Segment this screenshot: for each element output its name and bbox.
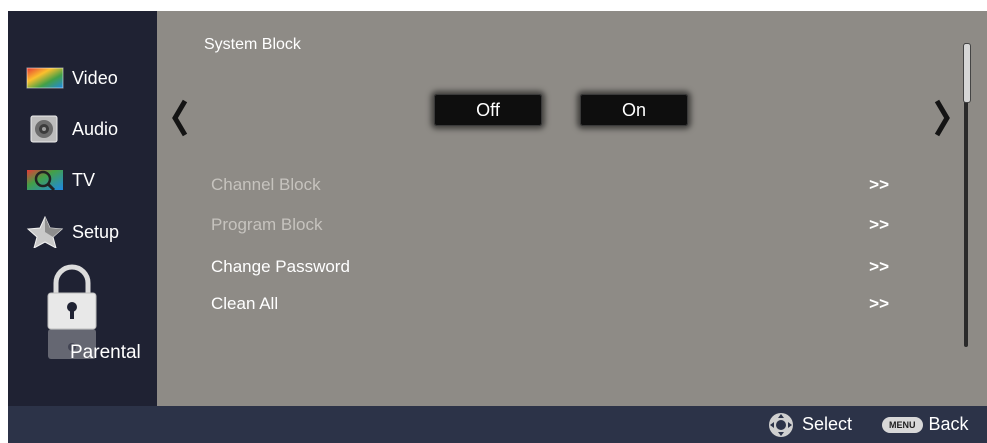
submenu-arrow: >> (869, 257, 889, 276)
on-button[interactable]: On (580, 94, 688, 126)
sidebar-item-label: Setup (72, 221, 120, 242)
sidebar-item-setup[interactable]: Setup (26, 216, 119, 248)
footer-select-hint: Select (768, 406, 852, 443)
footer-back-hint: MENU Back (882, 406, 969, 443)
select-label: Select (802, 414, 853, 434)
main-panel (157, 11, 987, 406)
star-icon (26, 216, 64, 248)
tv-menu-screen: Video Audio TV Setup Parental System Blo… (8, 11, 987, 443)
off-button-label: Off (476, 99, 500, 120)
menu-item-channel-block[interactable]: Channel Block >> (211, 173, 901, 197)
back-label: Back (928, 414, 969, 434)
menu-item-label: Change Password (211, 257, 350, 276)
sidebar-item-video[interactable]: Video (26, 64, 118, 92)
menu-item-label: Program Block (211, 215, 323, 234)
sidebar-item-audio[interactable]: Audio (26, 115, 118, 143)
sidebar-item-label: Video (72, 67, 118, 88)
menu-item-label: Clean All (211, 294, 279, 313)
menu-item-change-password[interactable]: Change Password >> (211, 255, 901, 279)
menu-key-icon: MENU (882, 416, 923, 433)
submenu-arrow: >> (869, 215, 889, 234)
menu-item-label: Channel Block (211, 175, 321, 194)
speaker-icon (30, 115, 58, 143)
page-title: System Block (204, 36, 301, 53)
scrollbar-thumb[interactable] (963, 43, 971, 103)
chevron-right-icon[interactable] (933, 98, 951, 138)
sidebar-item-parental-label: Parental (70, 342, 141, 363)
chevron-left-icon[interactable] (171, 98, 189, 138)
menu-item-program-block[interactable]: Program Block >> (211, 213, 901, 237)
video-icon (26, 67, 64, 89)
sidebar-item-label: Audio (72, 118, 119, 139)
on-button-label: On (621, 99, 646, 120)
dpad-icon (769, 412, 793, 437)
submenu-arrow: >> (869, 294, 889, 313)
sidebar-item-label: TV (72, 169, 96, 190)
sidebar: Video Audio TV Setup Parental (8, 11, 157, 406)
tv-icon (27, 170, 63, 192)
sidebar-item-tv[interactable]: TV (26, 166, 95, 194)
submenu-arrow: >> (869, 175, 889, 194)
menu-item-clean-all[interactable]: Clean All >> (211, 292, 901, 316)
off-button[interactable]: Off (434, 94, 542, 126)
